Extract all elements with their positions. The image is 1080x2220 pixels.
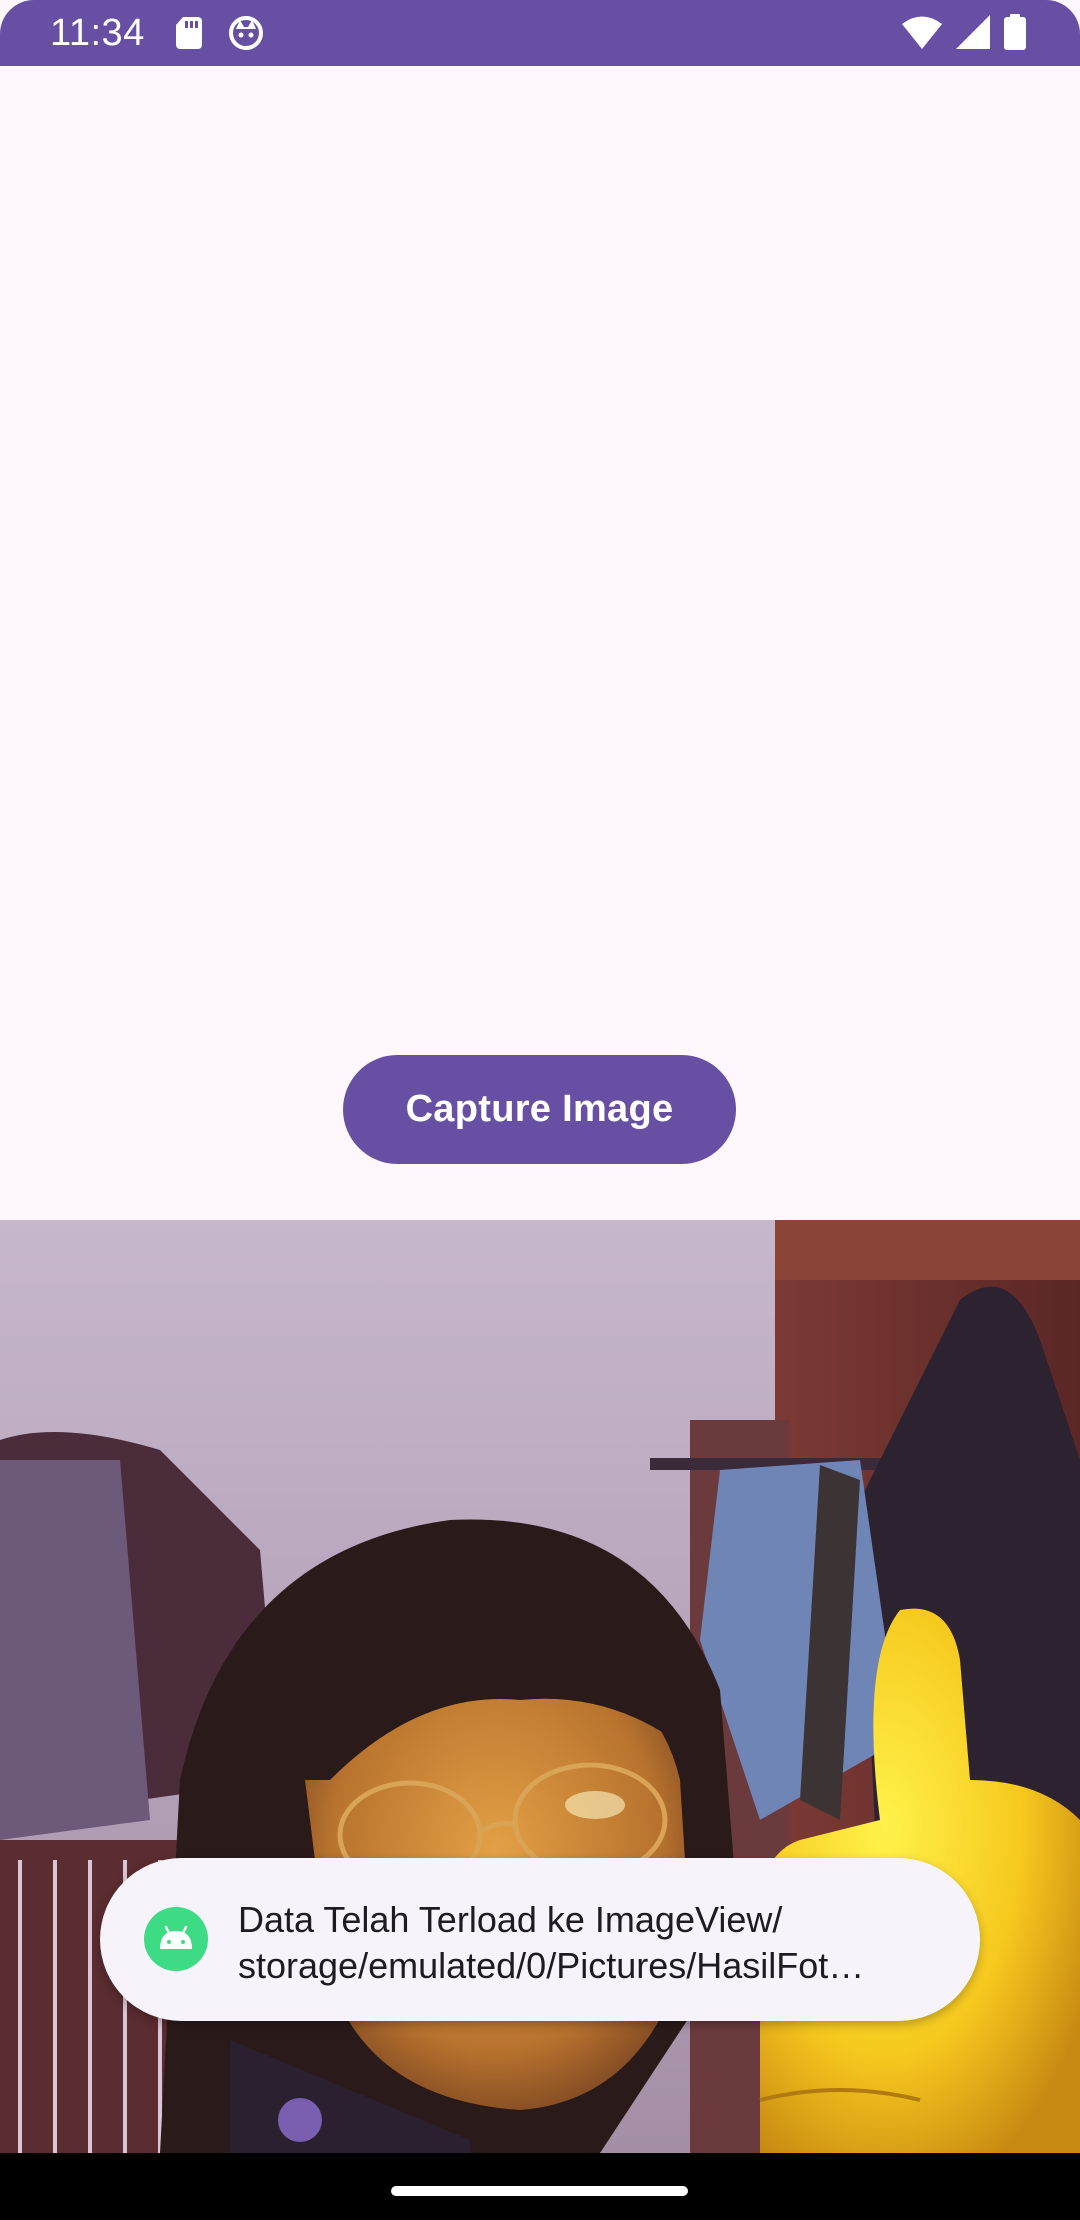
app-screen: 11:34 Capture Image Data Telah Terload k… <box>0 0 1080 2220</box>
status-time: 11:34 <box>50 12 145 54</box>
toast-text: Data Telah Terload ke ImageView/ storage… <box>238 1897 938 1989</box>
cellular-signal-icon <box>956 15 990 54</box>
status-bar: 11:34 <box>0 0 1080 66</box>
android-icon <box>144 1907 208 1971</box>
toast-message: Data Telah Terload ke ImageView/ storage… <box>100 1858 980 2021</box>
sd-card-icon <box>176 17 202 54</box>
battery-icon <box>1004 14 1026 55</box>
status-left-icons <box>176 15 264 56</box>
main-content: Capture Image <box>0 66 1080 1220</box>
wifi-icon <box>902 15 942 54</box>
navigation-bar <box>0 2153 1080 2220</box>
capture-image-button[interactable]: Capture Image <box>343 1055 736 1164</box>
toast-line-1: Data Telah Terload ke ImageView/ <box>238 1899 783 1940</box>
toast-line-2: storage/emulated/0/Pictures/HasilFot… <box>238 1945 865 1986</box>
notification-app-icon <box>228 15 264 56</box>
gesture-handle[interactable] <box>391 2186 688 2196</box>
status-right-icons <box>902 14 1026 55</box>
